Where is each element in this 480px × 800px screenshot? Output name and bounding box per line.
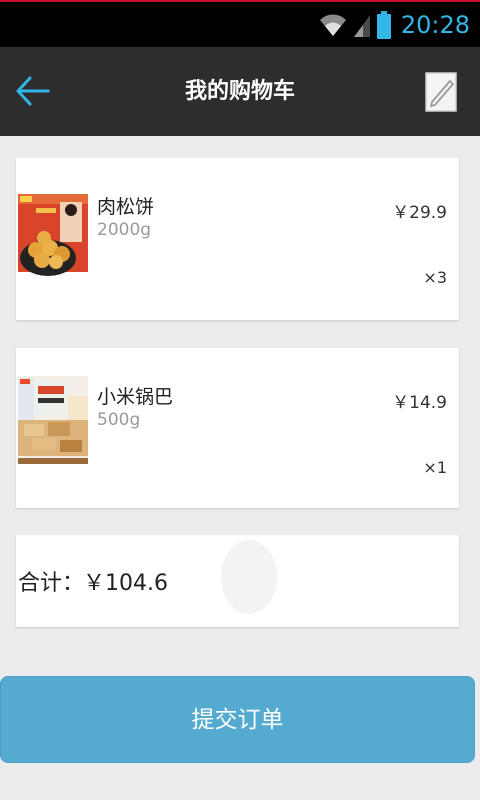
- product-name: 小米锅巴: [97, 386, 174, 408]
- product-image: [18, 376, 88, 464]
- app-bar: 我的购物车: [0, 47, 480, 136]
- touch-ripple: [221, 540, 277, 614]
- battery-icon: [376, 11, 391, 39]
- total-label: 合计：: [18, 571, 85, 596]
- edit-button[interactable]: [424, 69, 458, 113]
- back-arrow-icon: [16, 76, 50, 106]
- product-name: 肉松饼: [97, 196, 155, 218]
- wifi-icon: [319, 14, 346, 36]
- signal-icon: [353, 15, 370, 37]
- back-button[interactable]: [14, 71, 54, 111]
- product-weight: 2000g: [97, 220, 152, 240]
- cart-item[interactable]: 小米锅巴 500g ￥14.9 ×1: [16, 348, 459, 508]
- page-title: 我的购物车: [184, 79, 295, 104]
- total-amount: ￥104.6: [83, 571, 168, 596]
- product-image: [18, 194, 88, 282]
- total-summary: 合计： ￥104.6: [16, 535, 459, 627]
- product-quantity: ×1: [423, 458, 447, 477]
- submit-order-button[interactable]: 提交订单: [0, 676, 475, 763]
- product-price: ￥14.9: [392, 393, 447, 413]
- status-icons: 20:28: [319, 10, 470, 40]
- status-bar: 20:28: [0, 0, 480, 47]
- status-time: 20:28: [400, 11, 470, 39]
- edit-icon: [425, 72, 457, 112]
- product-price: ￥29.9: [392, 203, 447, 223]
- product-quantity: ×3: [423, 268, 447, 287]
- cart-item[interactable]: 肉松饼 2000g ￥29.9 ×3: [16, 158, 459, 320]
- product-weight: 500g: [97, 410, 141, 430]
